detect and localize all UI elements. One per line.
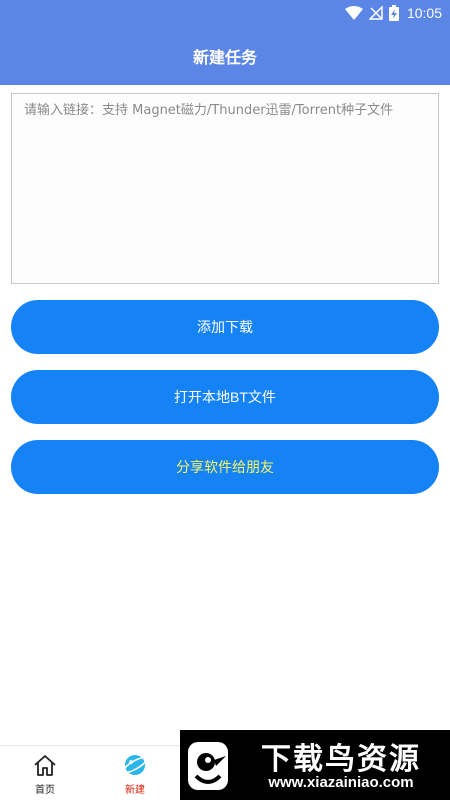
link-input[interactable]: [11, 93, 439, 284]
share-app-button[interactable]: 分享软件给朋友: [11, 440, 439, 494]
watermark-title: 下载鸟资源: [261, 742, 421, 777]
nav-item-home[interactable]: 首页: [0, 746, 90, 800]
add-download-button[interactable]: 添加下载: [11, 300, 439, 354]
status-time: 10:05: [406, 5, 442, 21]
status-bar: 10:05: [0, 0, 450, 26]
nav-label-home: 首页: [35, 785, 55, 796]
watermark: 下载鸟资源 www.xiazainiao.com: [180, 730, 450, 800]
battery-charging-icon: [388, 5, 399, 21]
page-title: 新建任务: [192, 48, 257, 67]
nav-label-new: 新建: [125, 785, 145, 796]
no-signal-icon: [368, 6, 383, 20]
bird-logo-icon: [188, 742, 228, 790]
app-header: 10:05 新建任务: [0, 0, 450, 85]
planet-icon: [122, 753, 148, 777]
home-icon: [32, 753, 58, 777]
wifi-icon: [344, 6, 363, 20]
open-local-bt-button[interactable]: 打开本地BT文件: [11, 370, 439, 424]
watermark-url: www.xiazainiao.com: [268, 774, 414, 791]
status-icons: 10:05: [344, 4, 442, 22]
nav-item-new[interactable]: 新建: [90, 746, 180, 800]
